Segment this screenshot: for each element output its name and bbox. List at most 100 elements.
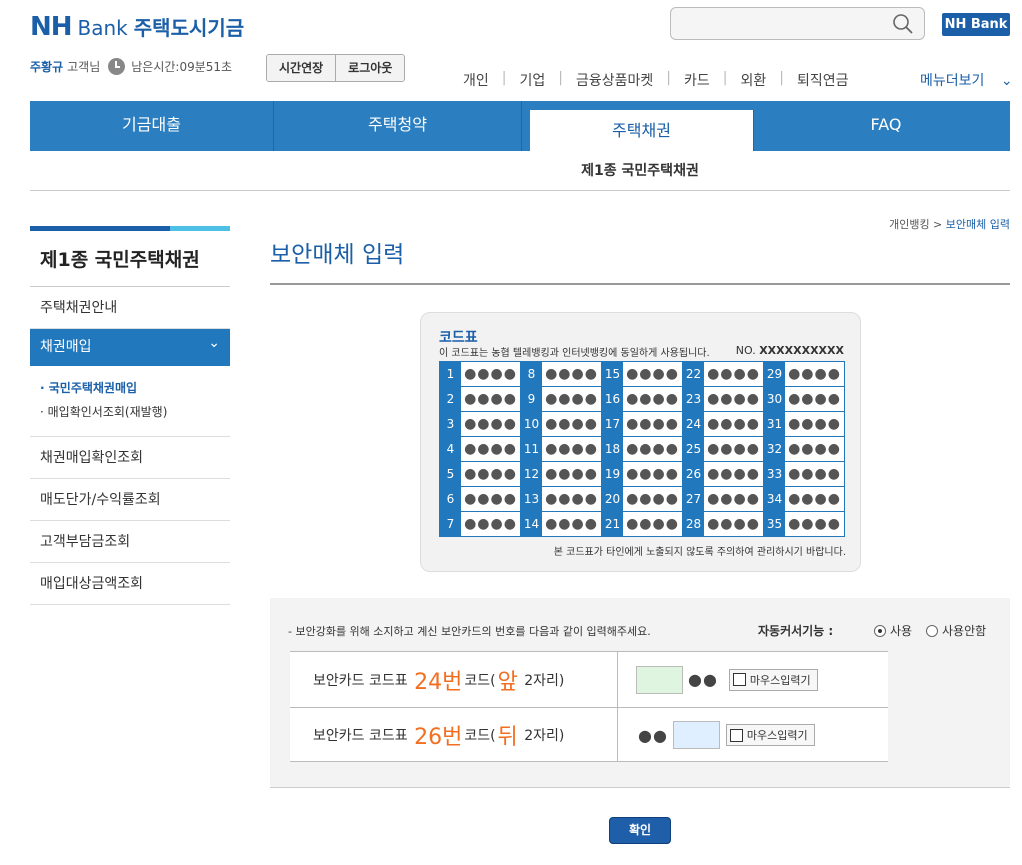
code-cell-number: 33 bbox=[764, 462, 785, 486]
sidebar-item-guide[interactable]: 주택채권안내 bbox=[30, 287, 230, 329]
sidebar-subitem-bond-purchase[interactable]: · 국민주택채권매입 bbox=[40, 376, 220, 400]
code-cell-number: 32 bbox=[764, 437, 785, 461]
code-cell-masked: ●●●● bbox=[461, 412, 520, 436]
menu-more-button[interactable]: 메뉴더보기 ⌄ bbox=[920, 70, 1013, 90]
code-cell-number: 29 bbox=[764, 362, 785, 386]
code-number: 26번 bbox=[414, 725, 463, 750]
breadcrumb-current: 보안매체 입력 bbox=[945, 218, 1010, 231]
user-info: 주황규 고객님 남은시간:09분51초 bbox=[30, 58, 232, 75]
masked-dots: ●● bbox=[688, 670, 718, 689]
code-front-input[interactable] bbox=[636, 665, 683, 694]
code-cell-number: 3 bbox=[440, 412, 461, 436]
logo-bank: Bank bbox=[77, 16, 128, 40]
confirm-button[interactable]: 확인 bbox=[609, 817, 671, 844]
extend-time-button[interactable]: 시간연장 bbox=[267, 55, 336, 81]
topnav-corporate[interactable]: 기업 bbox=[506, 70, 558, 90]
sidebar-item-purchase[interactable]: 채권매입 bbox=[30, 325, 230, 366]
code-cell-number: 19 bbox=[602, 462, 623, 486]
code-cell-number: 17 bbox=[602, 412, 623, 436]
code-cell: 8 ●●●● bbox=[521, 362, 602, 387]
radio-checked-icon bbox=[874, 624, 886, 637]
mouse-input-button[interactable]: 마우스입력기 bbox=[728, 668, 818, 691]
search-input[interactable] bbox=[670, 7, 925, 40]
topnav-pension[interactable]: 퇴직연금 bbox=[784, 70, 862, 90]
subtab-national-bond[interactable]: 제1종 국민주택채권 bbox=[30, 151, 1010, 191]
tab-housing-bond[interactable]: 주택채권 bbox=[530, 110, 754, 151]
code-grid: 1 ●●●● 8 ●●●● 15 ●●●● 22 ●●●● 29 ●●●● 2 ●●●● 9 ●●●● 16… bbox=[439, 361, 845, 537]
code-mid: 코드( bbox=[464, 728, 496, 744]
code-cell: 10 ●●●● bbox=[521, 412, 602, 437]
breadcrumb-parent[interactable]: 개인뱅킹 bbox=[889, 218, 929, 231]
code-cell-number: 5 bbox=[440, 462, 461, 486]
code-cell: 1 ●●●● bbox=[440, 362, 521, 387]
code-cell-masked: ●●●● bbox=[785, 462, 844, 486]
mouse-input-button[interactable]: 마우스입력기 bbox=[725, 724, 815, 746]
user-name: 주황규 bbox=[30, 60, 64, 74]
session-buttons: 시간연장 로그아웃 bbox=[266, 54, 406, 82]
code-cell: 17 ●●●● bbox=[602, 412, 683, 437]
code-cell-masked: ●●●● bbox=[461, 387, 520, 411]
code-cell: 23 ●●●● bbox=[683, 387, 764, 412]
sidebar-subitem-confirmation[interactable]: · 매입확인서조회(재발행) bbox=[40, 400, 220, 424]
radio-nouse[interactable]: 사용안함 bbox=[926, 622, 986, 639]
code-back-input[interactable] bbox=[672, 721, 720, 749]
code-row-input: ●● 마우스입력기 bbox=[618, 708, 888, 762]
code-cell-masked: ●●●● bbox=[704, 362, 763, 386]
sidebar-item-customer-charge[interactable]: 고객부담금조회 bbox=[30, 521, 230, 563]
nh-bank-button[interactable]: NH Bank bbox=[942, 13, 1010, 36]
code-cell-number: 24 bbox=[683, 412, 704, 436]
code-cell-masked: ●●●● bbox=[623, 437, 682, 461]
code-cell-masked: ●●●● bbox=[623, 512, 682, 536]
logout-button[interactable]: 로그아웃 bbox=[335, 55, 405, 81]
mouse-input-label: 마우스입력기 bbox=[749, 673, 811, 687]
code-card-number: NO. XXXXXXXXXX bbox=[736, 344, 844, 357]
search-icon[interactable] bbox=[892, 13, 914, 35]
sidebar-item-purchase-check[interactable]: 채권매입확인조회 bbox=[30, 437, 230, 479]
topnav-personal[interactable]: 개인 bbox=[450, 70, 502, 90]
code-cell-masked: ●●●● bbox=[461, 487, 520, 511]
topnav-market[interactable]: 금융상품마켓 bbox=[563, 70, 666, 90]
code-card-subtitle: 이 코드표는 농협 텔레뱅킹과 인터넷뱅킹에 동일하게 사용됩니다. bbox=[439, 348, 710, 359]
code-cell: 3 ●●●● bbox=[440, 412, 521, 437]
code-cell: 9 ●●●● bbox=[521, 387, 602, 412]
radio-use[interactable]: 사용 bbox=[874, 622, 912, 639]
tab-subscription[interactable]: 주택청약 bbox=[274, 101, 522, 151]
code-cell-number: 16 bbox=[602, 387, 623, 411]
chevron-down-icon: ⌄ bbox=[1000, 73, 1013, 89]
code-cell-masked: ●●●● bbox=[542, 487, 601, 511]
code-cell: 16 ●●●● bbox=[602, 387, 683, 412]
remaining-time: 남은시간:09분51초 bbox=[131, 60, 233, 74]
code-cell-number: 10 bbox=[521, 412, 542, 436]
logo-nh: NH bbox=[30, 12, 73, 42]
code-cell-masked: ●●●● bbox=[542, 512, 601, 536]
page-title: 보안매체 입력 bbox=[270, 242, 405, 268]
code-cell-masked: ●●●● bbox=[542, 412, 601, 436]
code-cell: 25 ●●●● bbox=[683, 437, 764, 462]
code-cell: 31 ●●●● bbox=[764, 412, 845, 437]
code-cell-masked: ●●●● bbox=[623, 387, 682, 411]
code-cell: 19 ●●●● bbox=[602, 462, 683, 487]
user-suffix: 고객님 bbox=[67, 60, 101, 74]
tab-fund-loan[interactable]: 기금대출 bbox=[30, 101, 274, 151]
code-mid: 코드( bbox=[464, 672, 496, 689]
masked-dots: ●● bbox=[638, 725, 668, 745]
tab-faq[interactable]: FAQ bbox=[762, 101, 1010, 151]
mouse-input-label: 마우스입력기 bbox=[746, 729, 808, 742]
code-cell: 32 ●●●● bbox=[764, 437, 845, 462]
topnav-card[interactable]: 카드 bbox=[671, 70, 723, 90]
code-cell: 15 ●●●● bbox=[602, 362, 683, 387]
security-input-form: - 보안강화를 위해 소지하고 계신 보안카드의 번호를 다음과 같이 입력해주… bbox=[270, 598, 1010, 788]
auto-cursor-label: 자동커서기능 : bbox=[758, 624, 834, 638]
code-cell-number: 6 bbox=[440, 487, 461, 511]
code-cell: 5 ●●●● bbox=[440, 462, 521, 487]
menu-more-label: 메뉴더보기 bbox=[920, 73, 985, 89]
code-row-label: 보안카드 코드표 26번 코드(뒤 2자리) bbox=[290, 708, 618, 762]
nh-bank-logo[interactable]: NH Bank 주택도시기금 bbox=[30, 12, 244, 42]
code-cell-number: 13 bbox=[521, 487, 542, 511]
code-cell: 34 ●●●● bbox=[764, 487, 845, 512]
sidebar-item-sale-price[interactable]: 매도단가/수익률조회 bbox=[30, 479, 230, 521]
topnav-forex[interactable]: 외환 bbox=[727, 70, 779, 90]
form-hint: - 보안강화를 위해 소지하고 계신 보안카드의 번호를 다음과 같이 입력해주… bbox=[288, 625, 651, 638]
code-cell-number: 12 bbox=[521, 462, 542, 486]
sidebar-item-target-amount[interactable]: 매입대상금액조회 bbox=[30, 563, 230, 605]
